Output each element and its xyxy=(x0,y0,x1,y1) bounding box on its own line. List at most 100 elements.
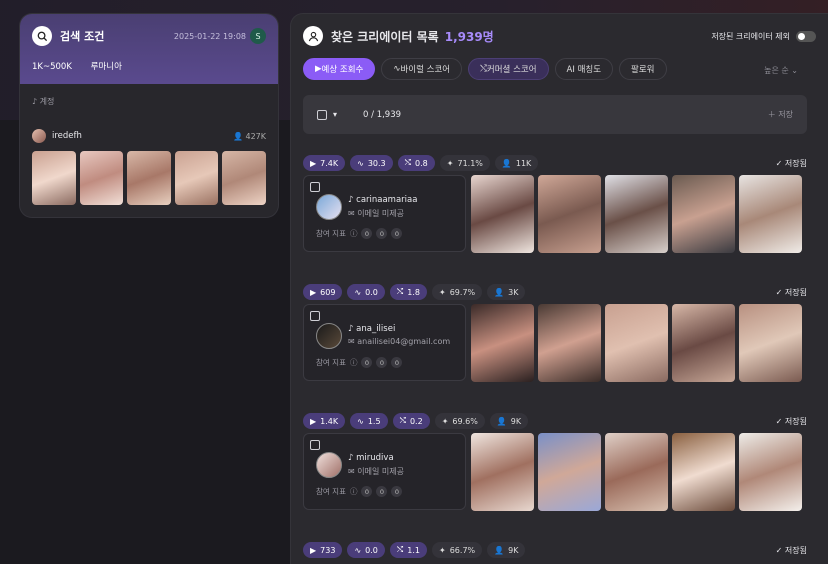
creator-list-title: 찾은 크리에이터 목록 xyxy=(331,29,439,44)
video-thumbnail[interactable] xyxy=(605,433,668,511)
engagement-metrics: 참여 지표 ⓘ 000 xyxy=(316,228,403,239)
video-thumbnail[interactable] xyxy=(538,433,601,511)
creator-card[interactable]: ♪ mirudiva ✉ 이메일 미제공 참여 지표 ⓘ 000 xyxy=(303,433,466,510)
views-pill: ▶ 1.4K xyxy=(303,413,346,429)
creator-list-panel: 찾은 크리에이터 목록 1,939명 저장된 크리에이터 제외 ▶ 예상 조회수… xyxy=(291,14,828,564)
search-conditions-header: 검색 조건 2025-01-22 19:08 S 1K~500K 루마니아 xyxy=(20,14,278,84)
video-thumbnail[interactable] xyxy=(739,175,802,253)
creator-checkbox[interactable] xyxy=(310,440,320,450)
video-thumbnail[interactable] xyxy=(471,433,534,511)
viral-pill: ∿ 0.0 xyxy=(347,284,385,300)
views-pill: ▶ 733 xyxy=(303,542,343,558)
video-thumbnail[interactable] xyxy=(739,433,802,511)
creator-block: ▶ 609 ∿ 0.0 ⤭ 1.8 ✦ 69.7% 👤 3K ✓ 저장됨 ♪ a… xyxy=(303,284,807,382)
select-all-checkbox[interactable] xyxy=(317,109,327,120)
user-avatar[interactable]: S xyxy=(250,28,266,44)
follower-range-tag: 1K~500K xyxy=(32,62,72,72)
country-tag: 루마니아 xyxy=(90,62,122,72)
creator-avatar xyxy=(316,323,342,349)
ai-pill: ✦ 69.6% xyxy=(434,413,485,429)
tab-viral-score[interactable]: ∿ 바이럴 스코어 xyxy=(381,58,463,80)
tab-followers[interactable]: 팔로워 xyxy=(619,58,667,80)
tab-commercial-score[interactable]: ⤭ 커머셜 스코어 xyxy=(468,58,549,80)
sort-dropdown[interactable]: 높은 순 ⌄ xyxy=(764,65,798,76)
exclude-saved-toggle[interactable] xyxy=(796,30,816,42)
followers-pill: 👤 3K xyxy=(487,284,526,300)
save-button[interactable]: ＋ 저장 xyxy=(768,109,793,120)
creator-username[interactable]: ♪ carinaamariaa xyxy=(348,195,417,205)
account-username: iredefh xyxy=(52,131,82,141)
creator-videos xyxy=(471,175,802,253)
selection-bar: ▾ 0 / 1,939 ＋ 저장 xyxy=(303,95,807,134)
creator-stats: ▶ 1.4K ∿ 1.5 ⤭ 0.2 ✦ 69.6% 👤 9K ✓ 저장됨 xyxy=(303,413,807,429)
creator-avatar xyxy=(316,452,342,478)
creator-email: ✉ 이메일 미제공 xyxy=(348,209,404,218)
creator-videos xyxy=(471,304,802,382)
person-icon: 👤 xyxy=(232,131,243,141)
search-conditions-title: 검색 조건 xyxy=(60,30,105,43)
saved-button[interactable]: ✓ 저장됨 xyxy=(776,545,807,556)
saved-button[interactable]: ✓ 저장됨 xyxy=(776,158,807,169)
tab-expected-views[interactable]: ▶ 예상 조회수 xyxy=(303,58,376,80)
video-thumbnail[interactable] xyxy=(471,175,534,253)
tab-ai-matching[interactable]: AI 매칭도 xyxy=(554,58,614,80)
creator-card[interactable]: ♪ ana_ilisei ✉ anailisei04@gmail.com 참여 … xyxy=(303,304,466,381)
search-conditions-panel: 검색 조건 2025-01-22 19:08 S 1K~500K 루마니아 ♪ … xyxy=(20,14,278,217)
viral-pill: ∿ 30.3 xyxy=(350,155,393,171)
thumbnail[interactable] xyxy=(222,151,266,205)
video-thumbnail[interactable] xyxy=(538,175,601,253)
commercial-pill: ⤭ 0.8 xyxy=(397,155,435,171)
thumbnail[interactable] xyxy=(79,151,124,205)
follower-count: 👤 427K xyxy=(232,131,266,141)
engagement-metrics: 참여 지표 ⓘ 000 xyxy=(316,486,403,497)
video-thumbnail[interactable] xyxy=(672,433,735,511)
account-row[interactable]: iredefh 👤 427K xyxy=(32,129,266,143)
creator-block: ▶ 7.4K ∿ 30.3 ⤭ 0.8 ✦ 71.1% 👤 11K ✓ 저장됨 … xyxy=(303,155,807,253)
video-thumbnail[interactable] xyxy=(605,175,668,253)
creator-checkbox[interactable] xyxy=(310,311,320,321)
account-avatar xyxy=(32,129,46,143)
commercial-pill: ⤭ 0.2 xyxy=(392,413,430,429)
creator-card[interactable]: ♪ carinaamariaa ✉ 이메일 미제공 참여 지표 ⓘ 000 xyxy=(303,175,466,252)
commercial-pill: ⤭ 1.1 xyxy=(389,542,428,558)
thumbnail[interactable] xyxy=(174,151,219,205)
commercial-pill: ⤭ 1.8 xyxy=(389,284,428,300)
creator-email: ✉ 이메일 미제공 xyxy=(348,467,404,476)
video-thumbnail[interactable] xyxy=(538,304,601,382)
search-date: 2025-01-22 19:08 xyxy=(173,31,246,41)
creator-list-header: 찾은 크리에이터 목록 1,939명 저장된 크리에이터 제외 xyxy=(303,26,816,46)
video-thumbnail[interactable] xyxy=(471,304,534,382)
viral-pill: ∿ 1.5 xyxy=(350,413,388,429)
creator-username[interactable]: ♪ ana_ilisei xyxy=(348,324,395,334)
creator-stats: ▶ 7.4K ∿ 30.3 ⤭ 0.8 ✦ 71.1% 👤 11K ✓ 저장됨 xyxy=(303,155,807,171)
person-icon xyxy=(303,26,323,46)
video-thumbnail[interactable] xyxy=(739,304,802,382)
thumbnail[interactable] xyxy=(32,151,76,205)
creator-username[interactable]: ♪ mirudiva xyxy=(348,453,394,463)
engagement-metrics: 참여 지표 ⓘ 000 xyxy=(316,357,403,368)
creator-avatar xyxy=(316,194,342,220)
thumbnail[interactable] xyxy=(127,151,171,205)
followers-pill: 👤 9K xyxy=(489,413,529,429)
sort-tabs: ▶ 예상 조회수 ∿ 바이럴 스코어 ⤭ 커머셜 스코어 AI 매칭도 팔로워 xyxy=(303,58,667,80)
tiktok-icon: ♪ xyxy=(32,97,38,106)
account-label: 계정 xyxy=(39,97,55,106)
account-section: ♪ 계정 iredefh 👤 427K xyxy=(20,84,278,217)
creator-block: ▶ 733 ∿ 0.0 ⤭ 1.1 ✦ 66.7% 👤 9K ✓ 저장됨 xyxy=(303,542,807,558)
chevron-down-icon[interactable]: ▾ xyxy=(333,110,337,119)
ai-pill: ✦ 69.7% xyxy=(432,284,483,300)
creator-email: ✉ anailisei04@gmail.com xyxy=(348,337,451,346)
creator-stats: ▶ 609 ∿ 0.0 ⤭ 1.8 ✦ 69.7% 👤 3K ✓ 저장됨 xyxy=(303,284,807,300)
views-pill: ▶ 7.4K xyxy=(303,155,346,171)
video-thumbnail[interactable] xyxy=(672,175,735,253)
creator-videos xyxy=(471,433,802,511)
chevron-down-icon: ⌄ xyxy=(791,66,798,75)
creator-checkbox[interactable] xyxy=(310,182,320,192)
saved-button[interactable]: ✓ 저장됨 xyxy=(776,287,807,298)
viral-pill: ∿ 0.0 xyxy=(347,542,385,558)
video-thumbnail[interactable] xyxy=(672,304,735,382)
saved-button[interactable]: ✓ 저장됨 xyxy=(776,416,807,427)
condition-tags: 1K~500K 루마니아 xyxy=(32,60,266,72)
video-thumbnail[interactable] xyxy=(605,304,668,382)
ai-pill: ✦ 66.7% xyxy=(432,542,483,558)
